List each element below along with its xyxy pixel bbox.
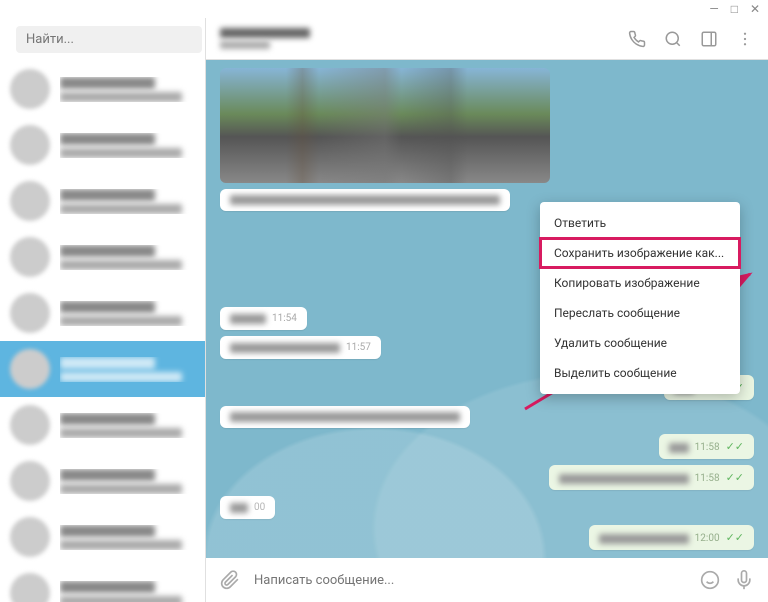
avatar bbox=[10, 181, 50, 221]
chat-item-name bbox=[60, 525, 155, 537]
context-reply[interactable]: Ответить bbox=[540, 208, 740, 238]
avatar bbox=[10, 405, 50, 445]
chat-status bbox=[220, 41, 270, 49]
chat-header bbox=[206, 18, 768, 60]
chat-item-name bbox=[60, 189, 155, 201]
chat-item-name bbox=[60, 581, 155, 593]
messages-area: 11:54 11:57 1:57✓✓ 11:58✓✓ 11:58✓✓ 00 12… bbox=[206, 60, 768, 558]
chat-item-preview bbox=[60, 316, 182, 326]
chat-item-preview bbox=[60, 540, 182, 550]
chat-item-name bbox=[60, 245, 155, 257]
chat-item-preview bbox=[60, 596, 182, 602]
call-icon[interactable] bbox=[628, 30, 646, 48]
chat-list-item[interactable] bbox=[0, 61, 205, 117]
sidebar bbox=[0, 18, 206, 602]
chat-list-item[interactable] bbox=[0, 173, 205, 229]
context-menu: Ответить Сохранить изображение как... Ко… bbox=[540, 202, 740, 394]
panel-icon[interactable] bbox=[700, 30, 718, 48]
more-icon[interactable] bbox=[736, 30, 754, 48]
emoji-icon[interactable] bbox=[700, 570, 720, 590]
chat-item-preview bbox=[60, 428, 182, 438]
chat-item-preview bbox=[60, 92, 182, 102]
chat-item-name bbox=[60, 301, 155, 313]
chat-title bbox=[220, 28, 310, 38]
chat-list bbox=[0, 61, 205, 602]
chat-list-item[interactable] bbox=[0, 397, 205, 453]
chat-item-preview bbox=[60, 148, 182, 158]
chat-item-preview bbox=[60, 484, 182, 494]
window-maximize-button[interactable]: □ bbox=[731, 2, 738, 16]
context-select[interactable]: Выделить сообщение bbox=[540, 358, 740, 388]
message-input[interactable] bbox=[254, 573, 686, 588]
attach-icon[interactable] bbox=[220, 570, 240, 590]
context-copy-image[interactable]: Копировать изображение bbox=[540, 268, 740, 298]
chat-list-item[interactable] bbox=[0, 565, 205, 602]
avatar bbox=[10, 293, 50, 333]
search-input[interactable] bbox=[16, 26, 202, 53]
compose-bar bbox=[206, 558, 768, 602]
chat-item-name bbox=[60, 469, 155, 481]
message-in[interactable] bbox=[220, 189, 510, 211]
context-save-image-as[interactable]: Сохранить изображение как... bbox=[540, 238, 740, 268]
chat-item-name bbox=[60, 77, 155, 89]
window-titlebar: — □ ✕ bbox=[0, 0, 768, 18]
mic-icon[interactable] bbox=[734, 570, 754, 590]
avatar bbox=[10, 573, 50, 602]
avatar bbox=[10, 237, 50, 277]
chat-item-name bbox=[60, 413, 155, 425]
chat-item-preview bbox=[60, 260, 182, 270]
avatar bbox=[10, 69, 50, 109]
chat-item-preview bbox=[60, 372, 182, 382]
avatar bbox=[10, 125, 50, 165]
chat-list-item[interactable] bbox=[0, 341, 205, 397]
chat-list-item[interactable] bbox=[0, 117, 205, 173]
context-forward[interactable]: Переслать сообщение bbox=[540, 298, 740, 328]
chat-item-preview bbox=[60, 204, 182, 214]
chat-area: 11:54 11:57 1:57✓✓ 11:58✓✓ 11:58✓✓ 00 12… bbox=[206, 18, 768, 602]
avatar bbox=[10, 461, 50, 501]
chat-item-name bbox=[60, 133, 155, 145]
window-close-button[interactable]: ✕ bbox=[750, 2, 760, 16]
chat-item-name bbox=[60, 357, 155, 369]
chat-list-item[interactable] bbox=[0, 453, 205, 509]
chat-list-item[interactable] bbox=[0, 229, 205, 285]
image-message[interactable] bbox=[220, 68, 550, 183]
search-icon[interactable] bbox=[664, 30, 682, 48]
window-minimize-button[interactable]: — bbox=[709, 2, 718, 16]
context-delete[interactable]: Удалить сообщение bbox=[540, 328, 740, 358]
avatar bbox=[10, 517, 50, 557]
chat-list-item[interactable] bbox=[0, 509, 205, 565]
chat-list-item[interactable] bbox=[0, 285, 205, 341]
avatar bbox=[10, 349, 50, 389]
